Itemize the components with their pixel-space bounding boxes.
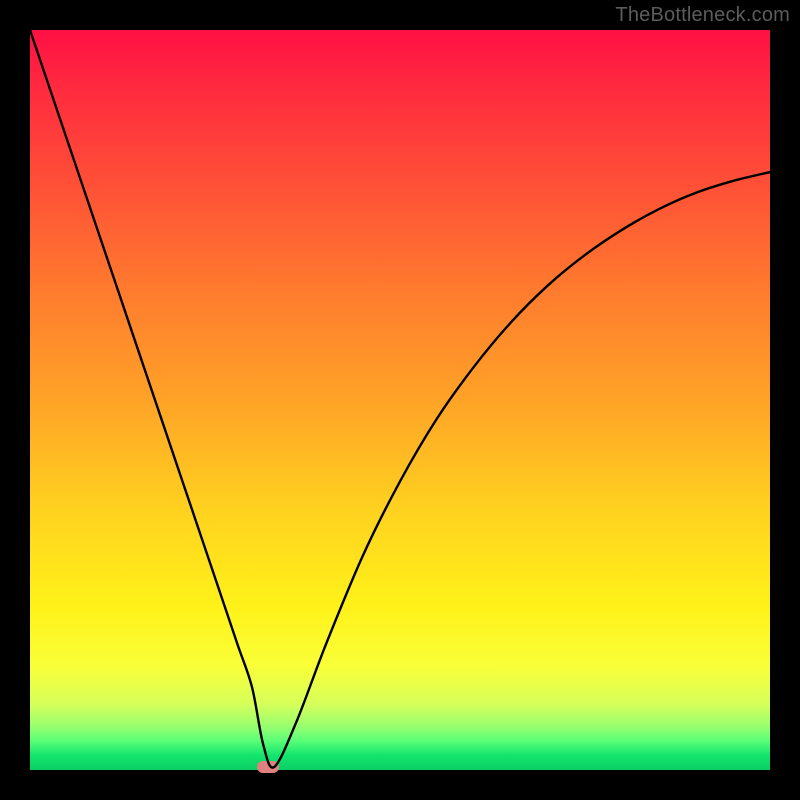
plot-area — [30, 30, 770, 770]
chart-frame: TheBottleneck.com — [0, 0, 800, 800]
watermark-text: TheBottleneck.com — [615, 4, 790, 27]
curve-svg — [30, 30, 770, 770]
bottleneck-curve — [30, 30, 770, 768]
